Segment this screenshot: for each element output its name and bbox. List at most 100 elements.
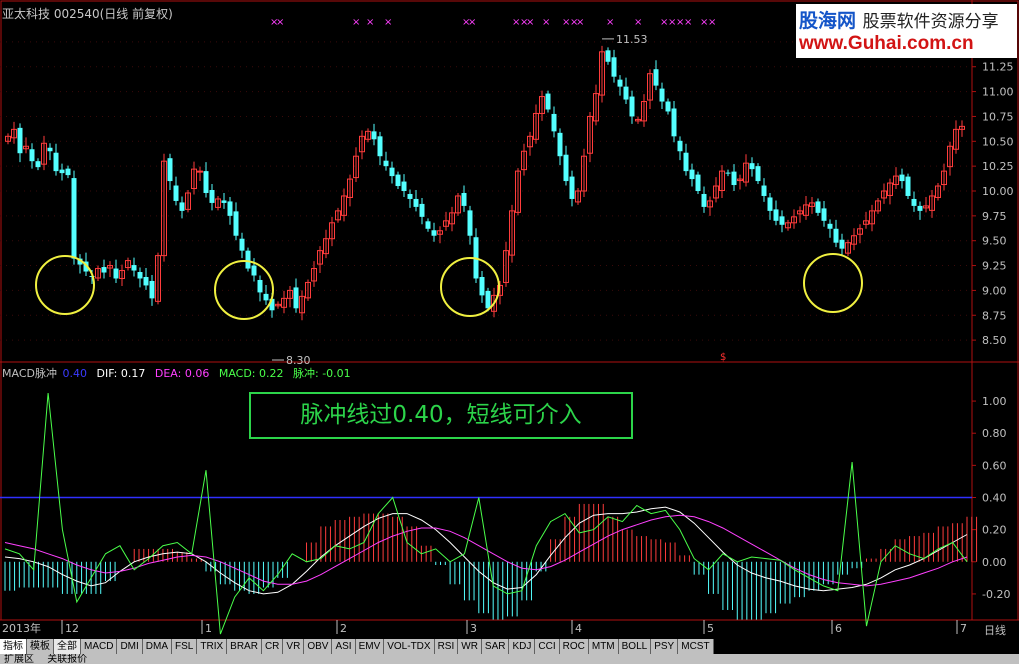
candle-body	[833, 228, 839, 243]
macd-tick-label: 0.60	[982, 459, 1007, 472]
candle-body	[137, 272, 143, 279]
tab-0[interactable]: 指标	[0, 639, 27, 654]
candle-body	[659, 88, 665, 102]
price-tick-label: 10.00	[982, 185, 1014, 198]
tab-20[interactable]: ROC	[559, 639, 589, 654]
tab-1[interactable]: 模板	[27, 639, 54, 654]
candle-body	[149, 280, 155, 299]
candle-body	[65, 168, 71, 176]
bottom-item-related[interactable]: 关联报价	[47, 654, 87, 664]
candle-body	[263, 293, 269, 301]
candle-body	[203, 171, 209, 193]
price-tick-label: 10.25	[982, 160, 1014, 173]
candle-body	[677, 140, 683, 152]
signal-marker: ×	[276, 17, 284, 28]
bottom-item-extend[interactable]: 扩展区	[4, 654, 34, 664]
signal-marker: ×	[384, 17, 392, 28]
tab-15[interactable]: RSI	[434, 639, 459, 654]
tab-8[interactable]: BRAR	[227, 639, 262, 654]
candle-body	[245, 250, 251, 269]
tab-17[interactable]: SAR	[481, 639, 510, 654]
candle-body	[167, 158, 173, 182]
macd-tick-label: 0.40	[982, 492, 1007, 505]
tab-22[interactable]: BOLL	[618, 639, 652, 654]
candle-body	[653, 69, 659, 86]
indicator-name: MACD脉冲	[2, 367, 57, 380]
candle-body	[377, 136, 383, 157]
candle-body	[905, 176, 911, 196]
candle-body	[557, 132, 563, 157]
logo-brand1: 股海网	[799, 10, 857, 32]
candle-body	[395, 174, 401, 187]
indicator-pulse: 脉冲: -0.01	[293, 367, 351, 380]
signal-marker: ×	[526, 17, 534, 28]
period-label[interactable]: 日线	[984, 622, 1006, 638]
site-logo: 股海网 股票软件资源分享 www.Guhai.com.cn	[796, 4, 1017, 58]
tab-23[interactable]: PSY	[651, 639, 679, 654]
logo-url: www.Guhai.com.cn	[799, 33, 974, 54]
price-tick-label: 11.00	[982, 86, 1014, 99]
tab-4[interactable]: DMI	[117, 639, 143, 654]
candle-body	[371, 131, 377, 140]
candle-body	[629, 96, 635, 117]
candle-body	[617, 79, 623, 87]
tab-5[interactable]: DMA	[142, 639, 173, 654]
candle-body	[839, 239, 845, 249]
highlight-circle-2	[440, 257, 500, 317]
candle-body	[485, 290, 491, 309]
signal-marker: ×	[708, 17, 716, 28]
candle-body	[551, 113, 557, 132]
x-tick-label: 2013年	[2, 621, 41, 635]
tab-18[interactable]: KDJ	[509, 639, 536, 654]
price-tick-label: 9.50	[982, 235, 1007, 248]
x-tick-label: 7	[960, 622, 967, 635]
candle-body	[467, 210, 473, 236]
candle-body	[545, 93, 551, 110]
x-tick-label: 12	[65, 622, 79, 635]
candle-body	[251, 265, 257, 276]
price-tick-label: 9.25	[982, 260, 1007, 273]
macd-tick-label: 0.20	[982, 524, 1007, 537]
tab-11[interactable]: OBV	[304, 639, 333, 654]
candle-body	[815, 201, 821, 213]
candle-body	[293, 287, 299, 309]
signal-marker: ×	[468, 17, 476, 28]
candle-body	[779, 216, 785, 225]
candle-body	[59, 169, 65, 174]
highlight-circle-3	[803, 253, 863, 313]
candle-body	[221, 200, 227, 203]
tab-24[interactable]: MCST	[678, 639, 714, 654]
candle-body	[569, 176, 575, 199]
tab-3[interactable]: MACD	[81, 639, 118, 654]
tab-21[interactable]: MTM	[588, 639, 619, 654]
macd-tick-label: -0.20	[982, 588, 1010, 601]
indicator-legend: MACD脉冲 0.40 DIF: 0.17 DEA: 0.06 MACD: 0.…	[2, 365, 357, 381]
tab-12[interactable]: ASI	[332, 639, 356, 654]
tab-10[interactable]: VR	[283, 639, 305, 654]
chart-canvas: 8.508.759.009.259.509.7510.0010.2510.501…	[0, 0, 1019, 635]
candle-body	[17, 127, 23, 154]
candle-body	[407, 193, 413, 199]
signal-marker: ×	[366, 17, 374, 28]
tab-9[interactable]: CR	[261, 639, 284, 654]
tab-19[interactable]: CCI	[535, 639, 560, 654]
tab-6[interactable]: FSL	[172, 639, 198, 654]
candle-body	[29, 149, 35, 162]
tab-2[interactable]: 全部	[54, 639, 81, 654]
candle-body	[755, 166, 761, 182]
candle-body	[413, 198, 419, 207]
high-annotation: 11.53	[616, 33, 648, 46]
callout-box: 脉冲线过0.40，短线可介入	[249, 392, 633, 439]
macd-tick-label: 0.80	[982, 427, 1007, 440]
tab-13[interactable]: EMV	[355, 639, 385, 654]
candle-body	[701, 193, 707, 207]
price-tick-label: 9.75	[982, 210, 1007, 223]
candle-body	[749, 163, 755, 170]
tab-16[interactable]: WR	[458, 639, 482, 654]
tab-14[interactable]: VOL-TDX	[384, 639, 435, 654]
candle-body	[233, 211, 239, 236]
tab-7[interactable]: TRIX	[197, 639, 228, 654]
signal-marker: ×	[606, 17, 614, 28]
candle-body	[173, 185, 179, 201]
candle-body	[731, 171, 737, 186]
